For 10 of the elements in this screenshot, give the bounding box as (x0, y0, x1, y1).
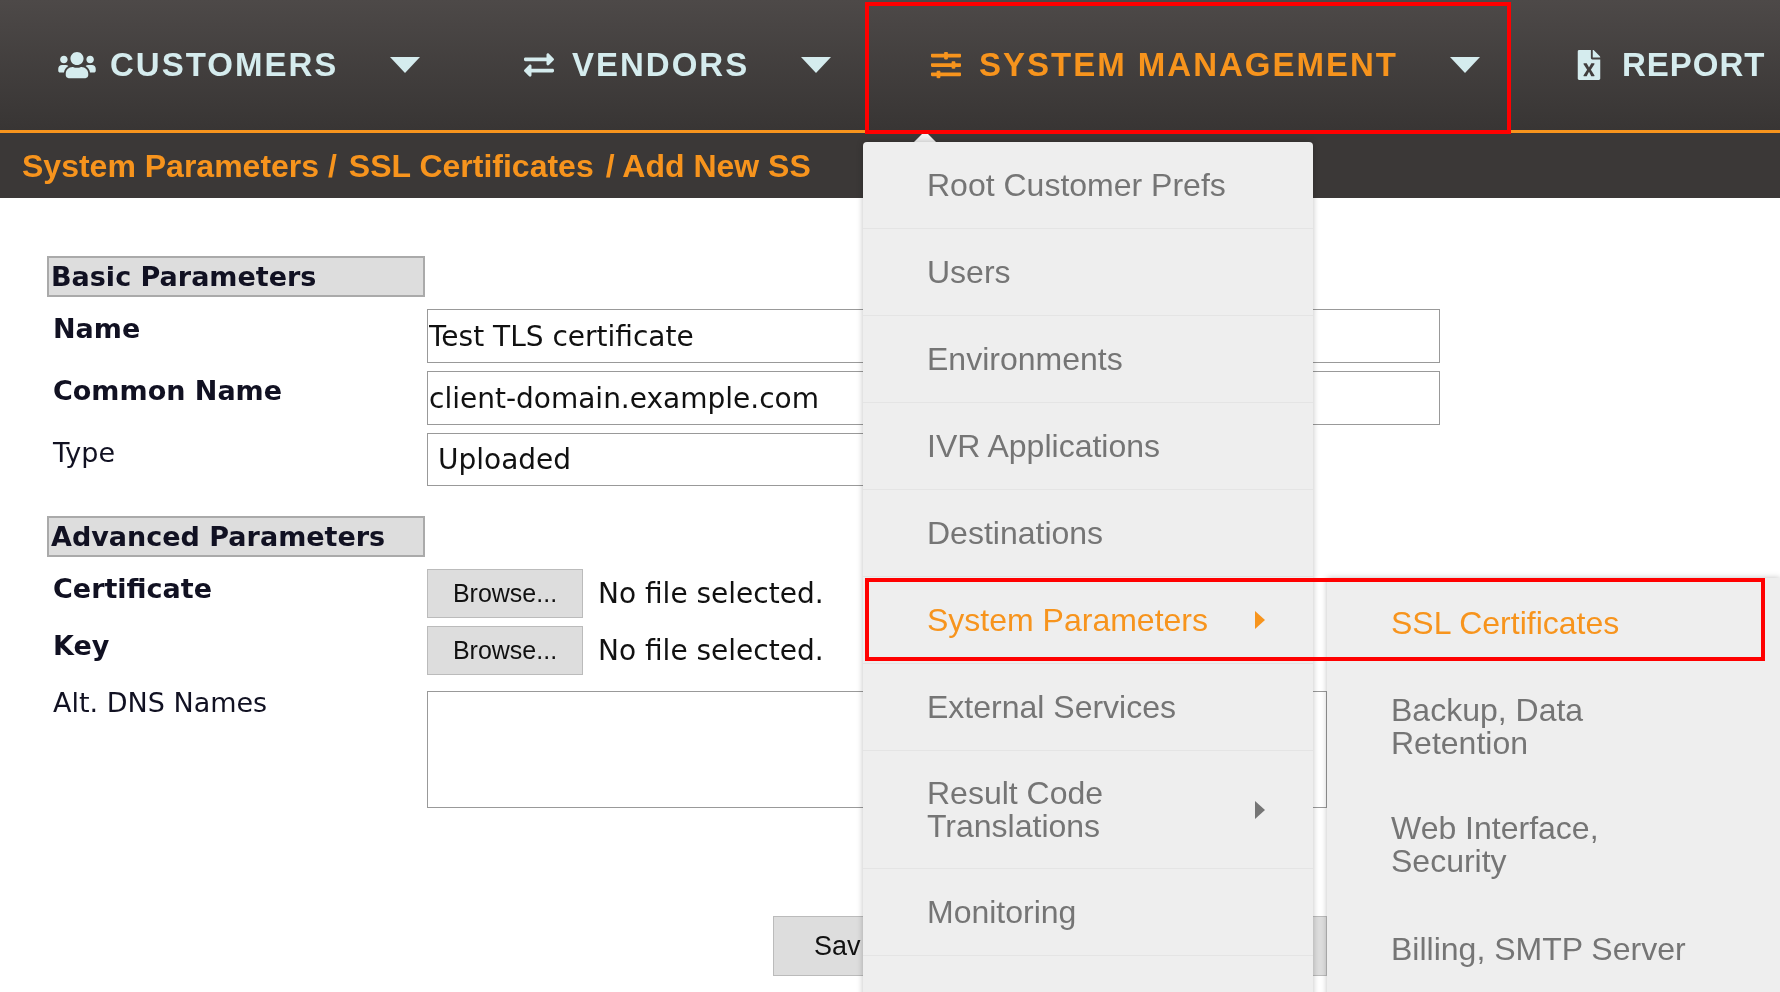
field-label: Alt. DNS Names (52, 686, 269, 720)
file-status-text: No file selected. (598, 632, 824, 669)
file-status-text: No file selected. (598, 575, 824, 612)
field-label: Type (52, 436, 116, 470)
section-header: Basic Parameters (47, 256, 425, 297)
field-label: Common Name (52, 374, 284, 408)
section-header: Advanced Parameters (47, 516, 425, 557)
field-label: Certificate (52, 572, 214, 606)
field-label: Key (52, 629, 111, 663)
field-label: Name (52, 312, 142, 346)
